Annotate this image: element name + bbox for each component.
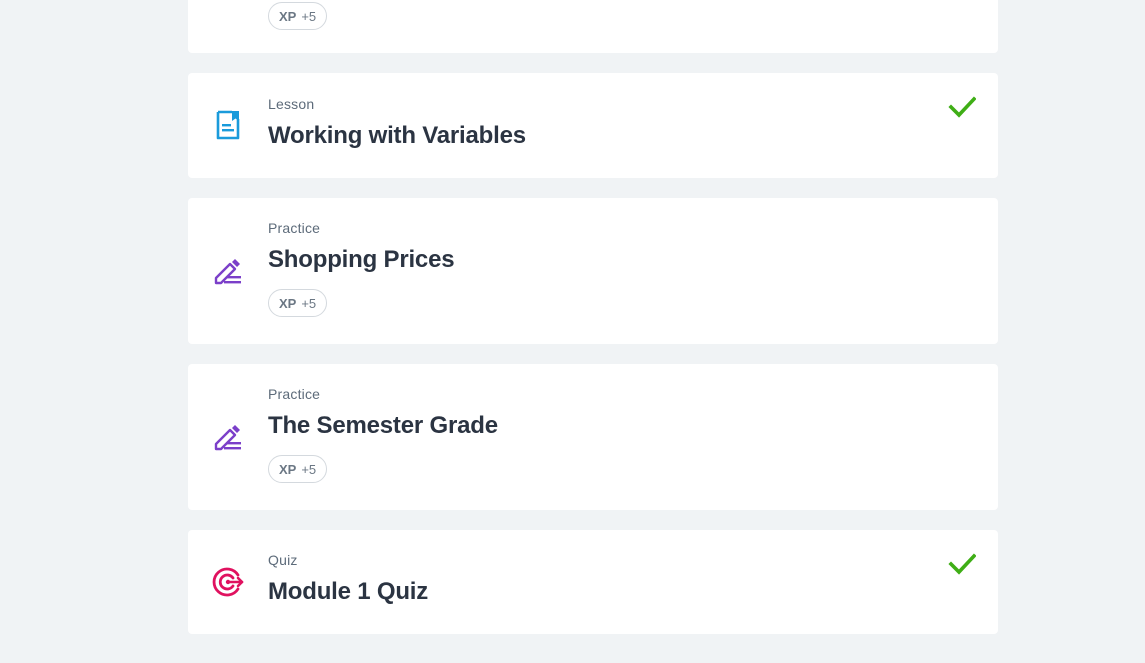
card-content: Lesson Working with Variables xyxy=(268,95,938,151)
xp-value: +5 xyxy=(301,295,317,311)
item-type-label: Practice xyxy=(268,220,321,236)
card-content: XP +5 xyxy=(268,2,938,30)
practice-card-semester-grade[interactable]: Practice The Semester Grade XP +5 xyxy=(188,364,998,510)
lesson-card-working-with-variables[interactable]: Lesson Working with Variables xyxy=(188,73,998,178)
module-item-list: XP +5 Lesson Working with Variables Prac… xyxy=(0,0,1145,663)
xp-badge: XP +5 xyxy=(268,2,328,30)
item-title[interactable]: Shopping Prices xyxy=(268,245,938,275)
quiz-card-module-1[interactable]: Quiz Module 1 Quiz xyxy=(188,530,998,634)
xp-key: XP xyxy=(279,8,297,24)
xp-value: +5 xyxy=(301,461,317,477)
xp-value: +5 xyxy=(301,8,317,24)
xp-badge: XP +5 xyxy=(268,289,328,317)
checkmark-icon xyxy=(948,93,976,121)
practice-card-shopping-prices[interactable]: Practice Shopping Prices XP +5 xyxy=(188,198,998,344)
lesson-document-icon xyxy=(212,109,244,141)
pencil-edit-icon xyxy=(212,254,244,286)
card-content: Practice The Semester Grade XP +5 xyxy=(268,385,938,483)
item-type-label: Practice xyxy=(268,386,321,402)
card-content: Quiz Module 1 Quiz xyxy=(268,551,938,607)
target-icon xyxy=(212,566,244,598)
card-content: Practice Shopping Prices XP +5 xyxy=(268,219,938,317)
item-title[interactable]: Module 1 Quiz xyxy=(268,577,938,607)
item-title[interactable]: Working with Variables xyxy=(268,121,938,151)
xp-key: XP xyxy=(279,295,297,311)
item-type-label: Lesson xyxy=(268,96,315,112)
practice-card-partial[interactable]: XP +5 xyxy=(188,0,998,53)
xp-badge: XP +5 xyxy=(268,455,328,483)
item-title[interactable]: The Semester Grade xyxy=(268,411,938,441)
pencil-edit-icon xyxy=(212,420,244,452)
checkmark-icon xyxy=(948,550,976,578)
item-type-label: Quiz xyxy=(268,552,298,568)
xp-key: XP xyxy=(279,461,297,477)
